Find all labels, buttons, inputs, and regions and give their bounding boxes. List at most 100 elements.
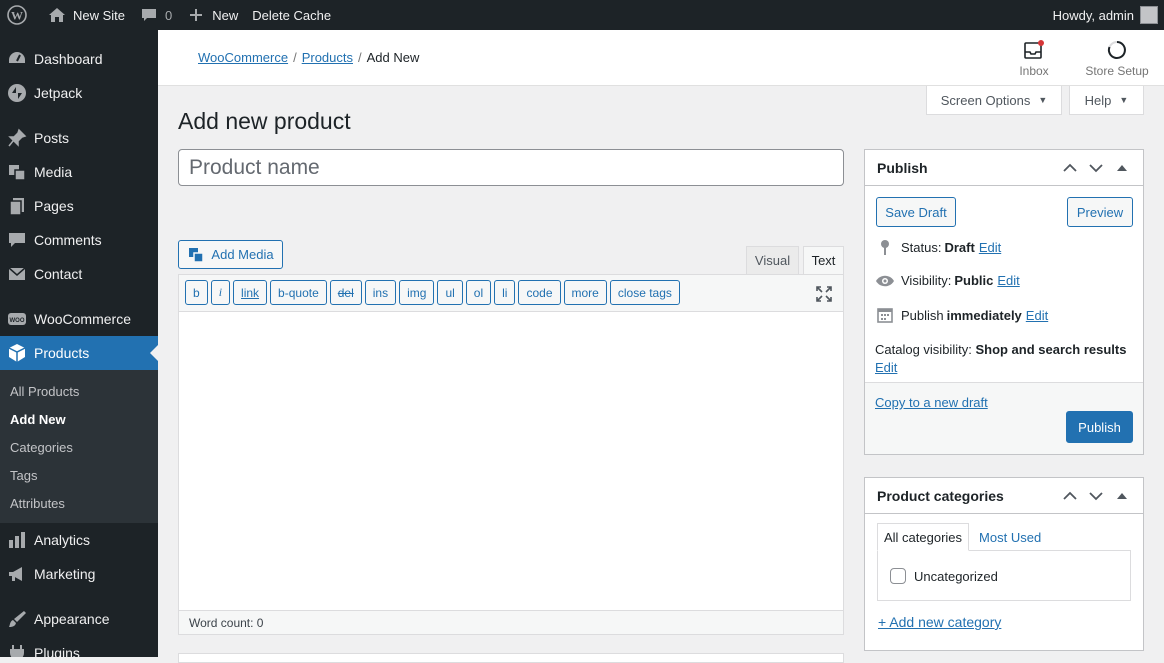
plugin-icon (7, 643, 27, 657)
tab-all-categories[interactable]: All categories (877, 523, 970, 551)
edit-catalog-visibility-link[interactable]: Edit (875, 360, 897, 375)
quicktag-ul-button[interactable]: ul (437, 280, 463, 305)
add-media-label: Add Media (211, 247, 274, 262)
publish-button[interactable]: Publish (1066, 411, 1133, 443)
sidebar-item-label: Appearance (34, 611, 110, 627)
quicktag-italic-button[interactable]: i (210, 280, 231, 305)
save-draft-button[interactable]: Save Draft (876, 197, 956, 227)
sidebar-item-products[interactable]: Products (0, 336, 158, 370)
sidebar-item-pages[interactable]: Pages (0, 189, 158, 223)
add-new-category-link[interactable]: + Add new category (878, 614, 1001, 630)
editor-textarea[interactable] (179, 312, 843, 610)
delete-cache-link[interactable]: Delete Cache (245, 0, 338, 30)
inbox-button[interactable]: Inbox (1013, 38, 1055, 78)
sidebar-item-appearance[interactable]: Appearance (0, 602, 158, 636)
category-item[interactable]: Uncategorized (890, 568, 998, 584)
sidebar-item-label: Analytics (34, 532, 91, 548)
progress-ring-icon (1105, 38, 1129, 62)
category-checkbox[interactable] (890, 568, 906, 584)
help-button[interactable]: Help ▼ (1069, 86, 1144, 115)
edit-visibility-link[interactable]: Edit (997, 273, 1019, 288)
mail-icon (7, 264, 27, 284)
categories-panel: Uncategorized (877, 550, 1131, 601)
svg-text:WOO: WOO (10, 318, 25, 324)
submenu-add-new[interactable]: Add New (0, 405, 158, 433)
sidebar-item-jetpack[interactable]: Jetpack (0, 76, 158, 110)
quicktag-close-tags-button[interactable]: close tags (609, 280, 680, 305)
sidebar-item-posts[interactable]: Posts (0, 121, 158, 155)
sidebar-item-marketing[interactable]: Marketing (0, 557, 158, 591)
store-setup-button[interactable]: Store Setup (1082, 38, 1152, 78)
quicktag-bold-button[interactable]: b (185, 280, 208, 305)
copy-to-draft-link[interactable]: Copy to a new draft (875, 395, 988, 410)
wordpress-logo-button[interactable]: W (0, 0, 40, 30)
sidebar-item-contact[interactable]: Contact (0, 257, 158, 291)
publish-box-title: Publish (877, 159, 928, 176)
chevron-up-icon[interactable] (1057, 491, 1083, 501)
chevron-up-icon[interactable] (1057, 163, 1083, 173)
quicktag-more-button[interactable]: more (563, 280, 607, 305)
comments-count: 0 (165, 7, 173, 23)
submenu-all-products[interactable]: All Products (0, 377, 158, 405)
chevron-down-icon[interactable] (1083, 163, 1109, 173)
edit-publish-date-link[interactable]: Edit (1026, 308, 1048, 323)
quicktag-code-button[interactable]: code (518, 280, 561, 305)
woocommerce-header: WooCommerce / Products / Add New Inbox Store… (158, 30, 1164, 86)
inbox-icon (1022, 38, 1046, 62)
products-submenu: All Products Add New Categories Tags Att… (0, 370, 158, 523)
collapse-toggle-icon[interactable] (1109, 492, 1135, 500)
sidebar-item-label: Comments (34, 232, 102, 248)
sidebar-item-media[interactable]: Media (0, 155, 158, 189)
pages-icon (7, 196, 27, 216)
new-content-link[interactable]: New (179, 0, 245, 30)
comment-icon (7, 230, 27, 250)
site-name-link[interactable]: New Site (40, 0, 132, 30)
sidebar-item-label: Plugins (34, 645, 80, 657)
visibility-row: Visibility: Public Edit (875, 273, 1020, 288)
quicktag-img-button[interactable]: img (399, 280, 435, 305)
brush-icon (7, 609, 27, 629)
submenu-attributes[interactable]: Attributes (0, 489, 158, 517)
sidebar-item-label: Marketing (34, 566, 96, 582)
sidebar-item-woocommerce[interactable]: WOO WooCommerce (0, 302, 158, 336)
tab-visual[interactable]: Visual (746, 246, 799, 274)
quicktag-li-button[interactable]: li (494, 280, 516, 305)
sidebar-item-label: Contact (34, 266, 83, 282)
account-menu[interactable]: Howdy, admin (1046, 0, 1164, 30)
fullscreen-icon[interactable] (815, 285, 833, 303)
chevron-down-icon[interactable] (1083, 491, 1109, 501)
sidebar-item-comments[interactable]: Comments (0, 223, 158, 257)
sidebar-item-plugins[interactable]: Plugins (0, 636, 158, 657)
new-label: New (212, 7, 239, 23)
sidebar-item-dashboard[interactable]: Dashboard (0, 42, 158, 76)
screen-options-button[interactable]: Screen Options ▼ (926, 86, 1062, 115)
submenu-tags[interactable]: Tags (0, 461, 158, 489)
box-icon (7, 343, 27, 363)
sidebar-item-label: WooCommerce (34, 311, 131, 327)
media-icon (187, 246, 205, 264)
breadcrumb-woocommerce[interactable]: WooCommerce (198, 50, 288, 65)
edit-status-link[interactable]: Edit (979, 240, 1001, 255)
collapse-toggle-icon[interactable] (1109, 164, 1135, 172)
publish-box: Publish Save Draft Preview Status: Draft E… (864, 149, 1144, 455)
sidebar-item-analytics[interactable]: Analytics (0, 523, 158, 557)
quicktag-bquote-button[interactable]: b-quote (270, 280, 327, 305)
calendar-icon (875, 307, 895, 323)
add-media-button[interactable]: Add Media (178, 240, 283, 269)
quicktag-del-button[interactable]: del (329, 280, 362, 305)
quicktag-ins-button[interactable]: ins (364, 280, 397, 305)
jetpack-icon (7, 83, 27, 103)
breadcrumb-products[interactable]: Products (302, 50, 353, 65)
quicktag-ol-button[interactable]: ol (465, 280, 492, 305)
admin-sidebar: Dashboard Jetpack Posts Media Pages Comm… (0, 30, 158, 657)
plus-icon (186, 5, 206, 25)
product-name-input[interactable] (178, 149, 844, 186)
quicktags-toolbar: b i link b-quote del ins img ul ol li code more clos… (179, 275, 843, 312)
tab-most-used[interactable]: Most Used (973, 523, 1047, 551)
comments-link[interactable]: 0 (132, 0, 179, 30)
submenu-categories[interactable]: Categories (0, 433, 158, 461)
quicktag-link-button[interactable]: link (233, 280, 268, 305)
gauge-icon (7, 49, 27, 69)
preview-button[interactable]: Preview (1067, 197, 1133, 227)
tab-text[interactable]: Text (803, 246, 844, 274)
